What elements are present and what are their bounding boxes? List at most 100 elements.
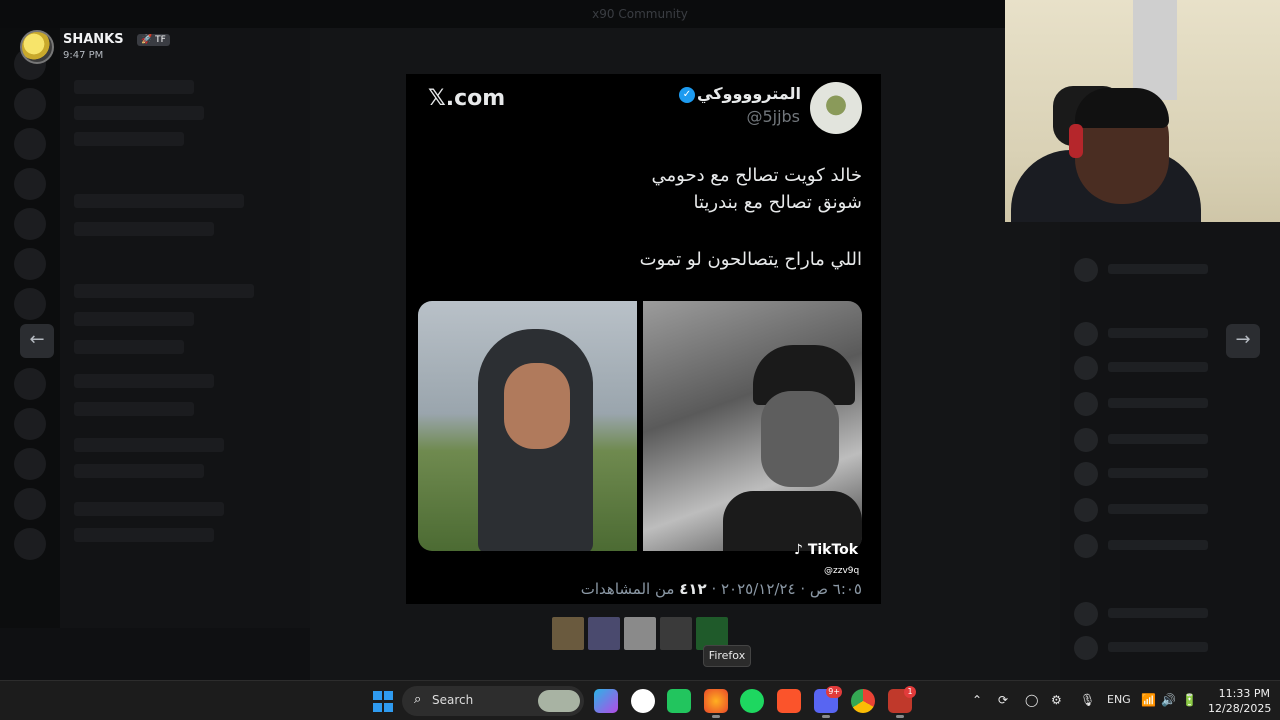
tweet-body: خالد كويت تصالح مع دحومي شونق تصالح مع ب…	[422, 162, 862, 273]
member-item[interactable]	[1074, 392, 1224, 416]
server-icon[interactable]	[14, 408, 46, 440]
member-item[interactable]	[1074, 428, 1224, 452]
system-clock[interactable]: 11:33 PM 12/28/2025	[1208, 686, 1272, 716]
tweet-author-handle[interactable]: @5jjbs	[746, 107, 800, 126]
clock-time: 11:33 PM	[1218, 687, 1270, 700]
user-panel	[0, 628, 310, 680]
thumbnail[interactable]	[624, 617, 656, 650]
tiktok-icon: ♪	[794, 542, 803, 558]
thumbnail[interactable]	[660, 617, 692, 650]
search-label: Search	[432, 693, 474, 707]
copilot-icon[interactable]	[594, 689, 618, 713]
poster-tag-text: TF	[155, 35, 166, 45]
channel-item[interactable]	[74, 312, 194, 326]
firefox-icon[interactable]	[704, 689, 728, 718]
media-viewer-poster: SHANKS 🚀 TF 9:47 PM	[20, 30, 220, 66]
app-icon[interactable]	[667, 689, 691, 713]
channel-item[interactable]	[74, 106, 204, 120]
sync-icon[interactable]: ⟳	[998, 693, 1008, 707]
app-tray-icon[interactable]: ◯	[1025, 693, 1038, 707]
member-item[interactable]	[1074, 602, 1224, 626]
member-item[interactable]	[1074, 534, 1224, 558]
server-icon[interactable]	[14, 128, 46, 160]
verified-badge-icon: ✓	[679, 87, 695, 103]
channel-item[interactable]	[74, 194, 244, 208]
firefox-tooltip: Firefox	[703, 645, 751, 667]
tweet-views-count: ٤١٢	[679, 580, 707, 598]
steam-icon[interactable]: ⚙	[1051, 693, 1062, 707]
tweet-line: شونق تصالح مع بندريتا	[693, 192, 862, 213]
channel-item[interactable]	[74, 132, 184, 146]
member-item[interactable]	[1074, 258, 1224, 282]
next-arrow-button[interactable]: →	[1226, 324, 1260, 358]
server-icon[interactable]	[14, 288, 46, 320]
tweet-line: خالد كويت تصالح مع دحومي	[651, 165, 863, 186]
windows-icon	[372, 690, 393, 713]
video-left-frame	[418, 301, 637, 551]
avatar[interactable]	[20, 30, 54, 64]
member-item[interactable]	[1074, 322, 1224, 346]
tweet-timestamp[interactable]: ٦:٠٥ ص · ٢٠٢٥/١٢/٢٤ ·	[711, 580, 862, 598]
channel-item[interactable]	[74, 402, 194, 416]
thumbnail[interactable]	[588, 617, 620, 650]
server-icon[interactable]	[14, 368, 46, 400]
discord-notification-badge: 9+	[826, 686, 842, 698]
poster-tag-badge: 🚀 TF	[137, 34, 170, 46]
channel-item[interactable]	[74, 340, 184, 354]
tweet-author-name[interactable]: المترووووكي	[697, 84, 801, 103]
search-highlight-image	[538, 690, 580, 712]
server-icon[interactable]	[14, 248, 46, 280]
server-icon[interactable]	[14, 168, 46, 200]
thumbnail[interactable]	[552, 617, 584, 650]
channel-item[interactable]	[74, 80, 194, 94]
obs-icon[interactable]	[631, 689, 655, 713]
chevron-up-icon[interactable]: ⌃	[972, 693, 982, 707]
member-item[interactable]	[1074, 462, 1224, 486]
wifi-icon[interactable]: 📶	[1141, 693, 1156, 707]
server-icon[interactable]	[14, 88, 46, 120]
server-icon[interactable]	[14, 448, 46, 480]
volume-icon[interactable]: 🔊	[1161, 693, 1176, 707]
member-item[interactable]	[1074, 636, 1224, 660]
poster-timestamp: 9:47 PM	[63, 50, 104, 61]
previous-arrow-button[interactable]: ←	[20, 324, 54, 358]
channel-item[interactable]	[74, 464, 204, 478]
clock-date: 12/28/2025	[1208, 702, 1272, 715]
tweet-line: اللي ماراح يتصالحون لو تموت	[639, 249, 862, 270]
member-item[interactable]	[1074, 498, 1224, 522]
tiktok-label: TikTok	[807, 542, 859, 558]
channel-item[interactable]	[74, 502, 224, 516]
search-icon: ⌕	[414, 692, 422, 707]
microphone-icon[interactable]: 🎙	[1080, 693, 1095, 707]
channel-item[interactable]	[74, 374, 214, 388]
tweet-views-label: من المشاهدات	[580, 580, 675, 598]
arrow-left-icon: ←	[29, 329, 45, 350]
language-indicator[interactable]: ENG	[1107, 693, 1131, 706]
channel-item[interactable]	[74, 284, 254, 298]
app-icon[interactable]: 1	[888, 686, 916, 718]
tweet-author-avatar[interactable]	[810, 82, 862, 134]
chrome-icon[interactable]	[851, 689, 875, 713]
tweet-media-video[interactable]	[418, 301, 862, 551]
spotify-icon[interactable]	[740, 689, 764, 713]
brave-icon[interactable]	[777, 689, 801, 713]
channel-item[interactable]	[74, 528, 214, 542]
arrow-right-icon: →	[1235, 329, 1251, 350]
discord-icon[interactable]: 9+	[814, 686, 842, 718]
channel-item[interactable]	[74, 438, 224, 452]
poster-name[interactable]: SHANKS	[63, 32, 124, 47]
server-icon[interactable]	[14, 528, 46, 560]
server-icon[interactable]	[14, 488, 46, 520]
x-logo[interactable]: 𝕏.com	[428, 86, 505, 111]
channel-item[interactable]	[74, 222, 214, 236]
member-list	[1060, 222, 1280, 680]
member-item[interactable]	[1074, 356, 1224, 380]
server-icon[interactable]	[14, 208, 46, 240]
taskbar: ⌕ Search 9+ 1 ⌃ ⟳ ◯ ⚙ 🎙 ENG 📶 🔊 🔋 11:33 …	[0, 680, 1280, 720]
tiktok-handle: @zzv9q	[824, 566, 860, 576]
battery-icon[interactable]: 🔋	[1182, 693, 1197, 707]
tiktok-watermark: ♪ TikTok	[794, 542, 858, 558]
tweet-embed[interactable]: 𝕏.com ✓ المترووووكي @5jjbs خالد كويت تصا…	[406, 74, 881, 604]
start-button[interactable]	[370, 689, 394, 713]
taskbar-search[interactable]: ⌕ Search	[402, 686, 584, 716]
